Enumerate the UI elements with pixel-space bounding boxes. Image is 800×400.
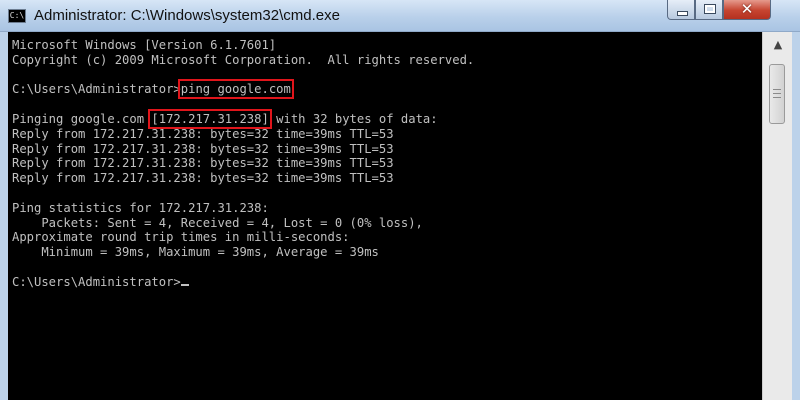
title-bar[interactable]: C:\ Administrator: C:\Windows\system32\c… xyxy=(0,0,800,32)
maximize-icon xyxy=(704,4,716,14)
cmd-icon[interactable]: C:\ xyxy=(8,9,26,23)
console-line: Reply from 172.217.31.238: bytes=32 time… xyxy=(12,171,394,186)
minimize-icon xyxy=(677,11,688,16)
command-prompt: C:\Users\Administrator> xyxy=(12,82,181,97)
console-line: Approximate round trip times in milli-se… xyxy=(12,230,350,245)
window-title: Administrator: C:\Windows\system32\cmd.e… xyxy=(34,7,340,24)
console-line: C:\Users\Administrator>ping google.com xyxy=(12,79,474,100)
maximize-button[interactable] xyxy=(695,0,723,20)
thumb-grip-icon xyxy=(773,89,781,98)
command-prompt: C:\Users\Administrator> xyxy=(12,274,181,289)
vertical-scrollbar[interactable]: ▲ xyxy=(762,32,792,400)
console-line: Copyright (c) 2009 Microsoft Corporation… xyxy=(12,52,475,67)
close-icon: ✕ xyxy=(740,0,754,18)
console-line: Reply from 172.217.31.238: bytes=32 time… xyxy=(12,126,394,141)
console-line: Ping statistics for 172.217.31.238: xyxy=(12,200,269,215)
console-output: Microsoft Windows [Version 6.1.7601] Copy… xyxy=(12,38,474,290)
pinging-prefix: Pinging google.com xyxy=(12,111,152,126)
text-cursor[interactable] xyxy=(180,283,189,286)
window-frame-right xyxy=(792,32,800,400)
console-line: Pinging google.com [172.217.31.238] with… xyxy=(12,108,474,129)
close-button[interactable]: ✕ xyxy=(723,0,771,20)
pinging-suffix: with 32 bytes of data: xyxy=(268,111,438,126)
console-line: Reply from 172.217.31.238: bytes=32 time… xyxy=(12,141,394,156)
cmd-window: C:\ Administrator: C:\Windows\system32\c… xyxy=(0,0,800,400)
console-line: Packets: Sent = 4, Received = 4, Lost = … xyxy=(12,215,423,230)
minimize-button[interactable] xyxy=(667,0,695,20)
console-line: C:\Users\Administrator> xyxy=(12,275,474,290)
highlighted-ip-address: [172.217.31.238] xyxy=(148,108,272,129)
highlighted-command: ping google.com xyxy=(177,79,294,100)
scroll-thumb[interactable] xyxy=(769,64,785,124)
console-line: Microsoft Windows [Version 6.1.7601] xyxy=(12,38,277,52)
console-line: Minimum = 39ms, Maximum = 39ms, Average … xyxy=(12,245,379,260)
console-area[interactable]: Microsoft Windows [Version 6.1.7601] Copy… xyxy=(8,32,762,400)
console-line: Reply from 172.217.31.238: bytes=32 time… xyxy=(12,156,394,171)
scroll-up-arrow-icon[interactable]: ▲ xyxy=(767,34,789,56)
